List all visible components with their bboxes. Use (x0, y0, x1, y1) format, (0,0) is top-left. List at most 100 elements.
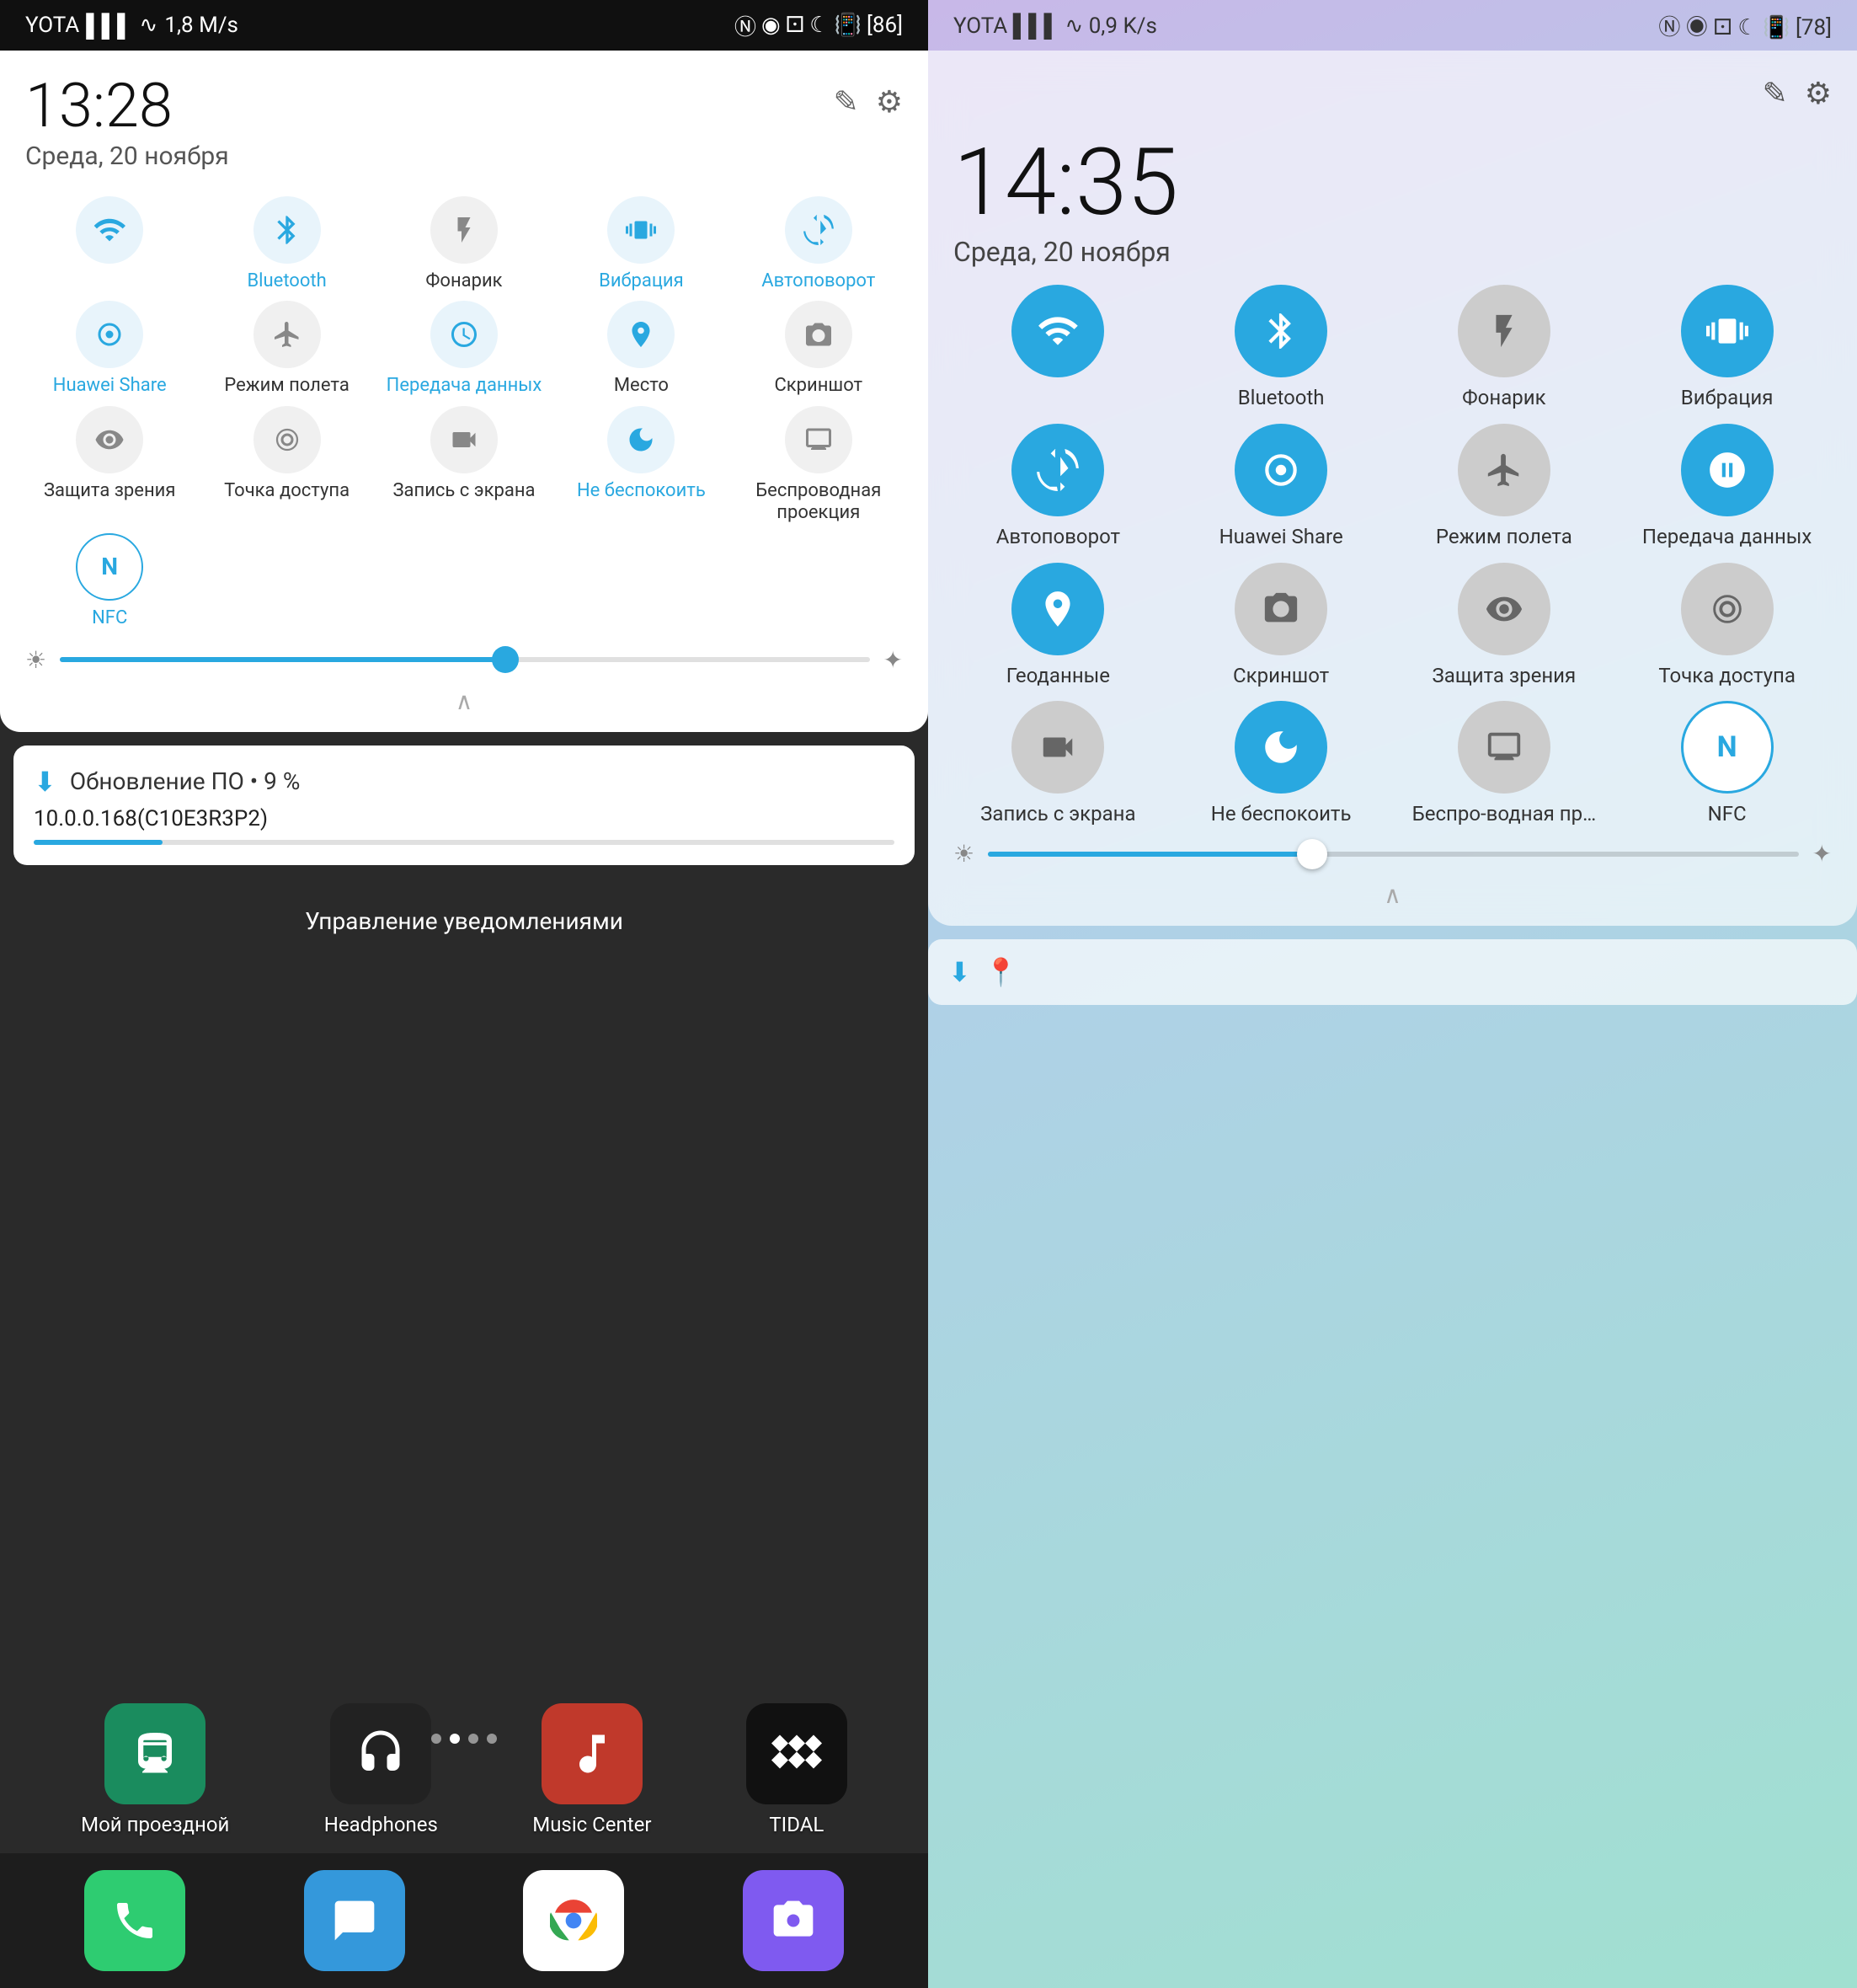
music-center-label: Music Center (532, 1813, 651, 1836)
status-left-info: YOTA ▌▌▌ ∿ 1,8 M/s (25, 13, 238, 39)
notif-progress-bar-left (34, 840, 894, 845)
phone-dock-icon (84, 1870, 185, 1971)
home-app-headphones[interactable]: Headphones (324, 1703, 438, 1836)
edit-icon-right[interactable]: ✎ (1763, 76, 1788, 111)
wifi-tile-icon-right (1011, 285, 1104, 377)
tidal-label: TIDAL (769, 1813, 824, 1836)
location-tile-label-left: Место (614, 375, 669, 397)
screen-record-tile-label-right: Запись с экрана (980, 802, 1135, 826)
screenshot-tile-icon-left (785, 301, 852, 368)
nfc-tile-label-right: NFC (1708, 802, 1747, 826)
tile-huawei-share-right[interactable]: Huawei Share (1177, 424, 1386, 549)
notif-card-left: ⬇ Обновление ПО • 9 % 10.0.0.168(C10E3R3… (13, 746, 915, 865)
airplane-tile-label-right: Режим полета (1436, 525, 1572, 549)
signal-left: ▌▌▌ (86, 13, 132, 39)
tile-dnd-right[interactable]: Не беспокоить (1177, 701, 1386, 826)
nfc-icon-left: Ⓝ (734, 10, 756, 41)
battery-right: [78] (1796, 15, 1832, 40)
tile-location-left[interactable]: Место (557, 301, 725, 397)
settings-icon-left[interactable]: ⚙ (876, 84, 903, 120)
tile-data-transfer-right[interactable]: Передача данных (1622, 424, 1832, 549)
brightness-row-left: ☀ ✦ (25, 646, 903, 674)
carrier-right: YOTA (953, 13, 1007, 39)
home-app-tidal[interactable]: TIDAL (746, 1703, 847, 1836)
dock-messages[interactable] (304, 1870, 405, 1971)
brightness-thumb-left[interactable] (492, 646, 519, 673)
brightness-min-icon-left: ☀ (25, 646, 46, 674)
tile-wireless-proj-right[interactable]: Беспро-водная пр… (1400, 701, 1609, 826)
tile-vibration-left[interactable]: Вибрация (557, 196, 725, 292)
eye-tile-icon-right (1458, 563, 1550, 655)
hotspot-tile-label-left: Точка доступа (224, 480, 350, 502)
location-tile-icon-left (607, 301, 675, 368)
location-icon-bottom-right: 📍 (985, 956, 1018, 988)
moon-icon-left: ☾ (809, 13, 829, 38)
dock-phone[interactable] (84, 1870, 185, 1971)
tile-screen-record-right[interactable]: Запись с экрана (953, 701, 1163, 826)
tile-location-right[interactable]: Геоданные (953, 563, 1163, 688)
dnd-tile-label-left: Не беспокоить (577, 480, 706, 502)
screen-record-tile-icon-left (430, 406, 498, 473)
tile-airplane-right[interactable]: Режим полета (1400, 424, 1609, 549)
tile-vibration-right[interactable]: Вибрация (1622, 285, 1832, 410)
notif-update-left: ⬇ Обновление ПО • 9 % (34, 766, 894, 798)
eye-tile-label-left: Защита зрения (44, 480, 175, 502)
bluetooth-tile-icon-right (1235, 285, 1327, 377)
battery-left: [86] (867, 13, 903, 38)
tile-huawei-share-left[interactable]: Huawei Share (25, 301, 194, 397)
tile-airplane-left[interactable]: Режим полета (202, 301, 371, 397)
huawei-share-tile-label-right: Huawei Share (1219, 525, 1343, 549)
tile-eye-left[interactable]: Защита зрения (25, 406, 194, 525)
panel-chevron-left[interactable]: ∧ (25, 687, 903, 715)
tile-autorotate-right[interactable]: Автоповорот (953, 424, 1163, 549)
panel-chevron-right[interactable]: ∧ (953, 881, 1832, 909)
status-bar-right: YOTA ▌▌▌ ∿ 0,9 K/s Ⓝ ◉ ⚀ ☾ 📳 [78] (928, 0, 1857, 51)
hotspot-tile-icon-left (253, 406, 321, 473)
status-right-icons-left: Ⓝ ◉ ⚀ ☾ 📳 [86] (734, 10, 903, 41)
tile-wifi-right[interactable] (953, 285, 1163, 410)
autorotate-tile-icon-right (1011, 424, 1104, 516)
tile-eye-right[interactable]: Защита зрения (1400, 563, 1609, 688)
nfc-tile-icon-left: N (76, 533, 143, 601)
tile-screen-record-left[interactable]: Запись с экрана (380, 406, 548, 525)
tile-wifi-left[interactable] (25, 196, 194, 292)
brightness-slider-right[interactable] (988, 852, 1798, 857)
dock-camera[interactable] (743, 1870, 844, 1971)
tile-hotspot-right[interactable]: Точка доступа (1622, 563, 1832, 688)
phone-left: YOTA ▌▌▌ ∿ 1,8 M/s Ⓝ ◉ ⚀ ☾ 📳 [86] 13:28 … (0, 0, 928, 1988)
screenshot-tile-icon-right (1235, 563, 1327, 655)
tile-nfc-right[interactable]: N NFC (1622, 701, 1832, 826)
notification-panel-left: 13:28 Среда, 20 ноября ✎ ⚙ Bluetooth (0, 51, 928, 732)
music-center-icon (542, 1703, 643, 1804)
manage-notifications-btn-left[interactable]: Управление уведомлениями (0, 890, 928, 952)
home-app-music-center[interactable]: Music Center (532, 1703, 651, 1836)
settings-icon-right[interactable]: ⚙ (1805, 76, 1832, 111)
flashlight-tile-icon-right (1458, 285, 1550, 377)
wireless-proj-tile-icon-right (1458, 701, 1550, 794)
edit-icon-left[interactable]: ✎ (834, 84, 859, 120)
tile-flashlight-left[interactable]: Фонарик (380, 196, 548, 292)
tile-bluetooth-right[interactable]: Bluetooth (1177, 285, 1386, 410)
bt-icon-right: ◉ (1686, 15, 1708, 40)
camera-dock-icon (743, 1870, 844, 1971)
tile-nfc-left[interactable]: N NFC (25, 533, 194, 629)
tile-bluetooth-left[interactable]: Bluetooth (202, 196, 371, 292)
tile-flashlight-right[interactable]: Фонарик (1400, 285, 1609, 410)
tile-dnd-left[interactable]: Не беспокоить (557, 406, 725, 525)
brightness-slider-left[interactable] (60, 657, 869, 662)
wifi-tile-icon-left (76, 196, 143, 264)
tile-screenshot-right[interactable]: Скриншот (1177, 563, 1386, 688)
notif-progress-fill-left (34, 840, 163, 845)
tile-data-transfer-left[interactable]: Передача данных (380, 301, 548, 397)
tile-screenshot-left[interactable]: Скриншот (734, 301, 903, 397)
header-icons-left: ✎ ⚙ (834, 84, 903, 120)
brightness-thumb-right[interactable] (1297, 839, 1327, 869)
panel-header-left: 13:28 Среда, 20 ноября ✎ ⚙ (25, 76, 903, 171)
tile-wireless-proj-left[interactable]: Беспроводная проекция (734, 406, 903, 525)
tile-autorotate-left[interactable]: Автоповорот (734, 196, 903, 292)
tile-hotspot-left[interactable]: Точка доступа (202, 406, 371, 525)
huawei-share-tile-icon-left (76, 301, 143, 368)
home-app-transport[interactable]: Мой проездной (81, 1703, 229, 1836)
data-transfer-tile-label-left: Передача данных (387, 375, 542, 397)
dock-chrome[interactable] (523, 1870, 624, 1971)
